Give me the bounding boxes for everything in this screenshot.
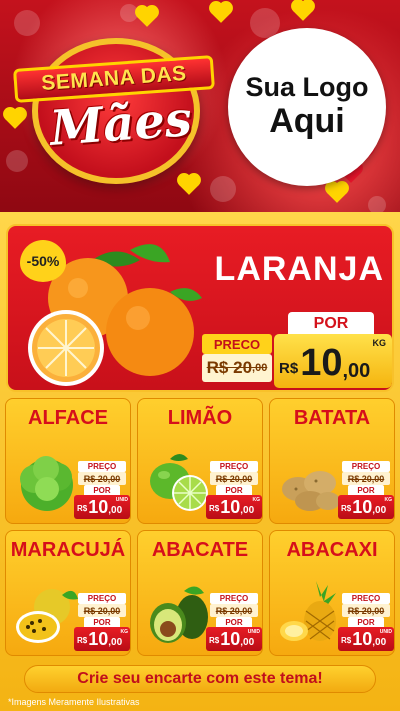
new-price-dec: ,00 — [108, 505, 123, 516]
preco-label: PREÇO — [210, 593, 258, 604]
preco-label: PREÇO — [342, 461, 390, 472]
badge-title-top: SEMANA DAS — [40, 61, 188, 96]
product-card-alface[interactable]: ALFACE PREÇO R$ 20,00 POR R$ 10 ,00 UNID — [5, 398, 131, 524]
lettuce-image — [20, 456, 73, 511]
price-unit: UNID — [379, 629, 392, 635]
header-banner: SEMANA DAS Mães Sua Logo Aqui — [0, 0, 400, 212]
heart-icon — [137, 7, 157, 27]
new-price-int: 10 — [88, 497, 109, 517]
new-price: R$ 10 ,00 UNID — [338, 627, 394, 651]
new-price-dec: ,00 — [342, 360, 371, 382]
featured-price-tag: POR PRECO R$ 20,00 R$ 10 ,00 KG — [200, 312, 392, 388]
logo-line-2: Aqui — [269, 102, 345, 141]
new-price-int: 10 — [88, 629, 109, 649]
new-price: R$ 10 ,00 KG — [206, 495, 262, 519]
discount-badge: -50% — [20, 240, 66, 282]
logo-line-1: Sua Logo — [245, 72, 369, 103]
new-price: R$ 10 ,00 UNID — [74, 495, 130, 519]
new-price: R$ 10 ,00 KG — [274, 334, 392, 388]
old-price-int: R$ 20 — [206, 358, 253, 377]
currency-symbol: R$ — [341, 636, 352, 645]
price-tag: PREÇO R$ 20,00 POR R$ 10 ,00 UNID — [206, 593, 262, 653]
currency-symbol: R$ — [341, 504, 352, 513]
bokeh-light — [14, 10, 40, 36]
old-price: R$ 20,00 — [342, 472, 390, 485]
new-price-int: 10 — [220, 497, 241, 517]
preco-label: PRECO — [202, 334, 272, 354]
product-card-abacate[interactable]: ABACATE PREÇO R$ 20,00 POR R$ 10 ,00 UNI… — [137, 530, 263, 656]
product-card-batata[interactable]: BATATA PREÇO R$ 20,00 POR R$ 10 ,00 KG — [269, 398, 395, 524]
price-tag: PREÇO R$ 20,00 POR R$ 10 ,00 KG — [206, 461, 262, 521]
product-card-abacaxi[interactable]: ABACAXI PREÇO R$ 20,00 POR R$ 10 ,00 UNI… — [269, 530, 395, 656]
new-price: R$ 10 ,00 KG — [74, 627, 130, 651]
price-unit: KG — [120, 629, 129, 635]
old-price: R$ 20,00 — [202, 354, 272, 382]
new-price-dec: ,00 — [240, 637, 255, 648]
new-price-int: 10 — [352, 497, 373, 517]
old-price: R$ 20,00 — [78, 472, 126, 485]
heart-icon — [327, 183, 347, 203]
featured-product-card[interactable]: -50% LARANJA POR PRECO R$ 20,00 R$ 10 ,0… — [6, 224, 394, 392]
old-price: R$ 20,00 — [210, 604, 258, 617]
price-tag: PREÇO R$ 20,00 POR R$ 10 ,00 KG — [74, 593, 130, 653]
new-price-dec: ,00 — [372, 637, 387, 648]
por-label: POR — [288, 312, 374, 336]
new-price-int: 10 — [300, 342, 343, 384]
price-tag: PREÇO R$ 20,00 POR R$ 10 ,00 UNID — [338, 593, 394, 653]
preco-label: PREÇO — [78, 593, 126, 604]
old-price: R$ 20,00 — [342, 604, 390, 617]
bokeh-light — [6, 150, 28, 172]
potato-image — [282, 471, 340, 511]
preco-label: PREÇO — [342, 593, 390, 604]
product-card-limao[interactable]: LIMÃO PREÇO R$ 20,00 POR R$ 10 ,00 KG — [137, 398, 263, 524]
heart-icon — [5, 109, 25, 129]
pineapple-image — [280, 581, 336, 641]
preco-label: PREÇO — [210, 461, 258, 472]
flyer-page: SEMANA DAS Mães Sua Logo Aqui -50% LARAN… — [0, 0, 400, 711]
new-price-int: 10 — [220, 629, 241, 649]
product-name: ABACATE — [151, 539, 249, 561]
currency-symbol: R$ — [209, 636, 220, 645]
new-price-dec: ,00 — [372, 505, 387, 516]
featured-product-name: LARANJA — [214, 250, 384, 288]
currency-symbol: R$ — [209, 504, 220, 513]
product-name: ABACAXI — [286, 539, 378, 561]
price-unit: KG — [384, 497, 393, 503]
disclaimer-text: *Imagens Meramente Ilustrativas — [8, 697, 140, 707]
price-unit: KG — [252, 497, 261, 503]
logo-placeholder[interactable]: Sua Logo Aqui — [228, 28, 386, 186]
product-name: MARACUJÁ — [10, 539, 126, 561]
price-unit: KG — [372, 338, 387, 348]
product-name: BATATA — [293, 407, 371, 429]
currency-symbol: R$ — [77, 504, 88, 513]
passion-fruit-image — [16, 589, 78, 643]
price-tag: PREÇO R$ 20,00 POR R$ 10 ,00 KG — [338, 461, 394, 521]
old-price-dec: ,00 — [252, 362, 268, 374]
new-price-dec: ,00 — [108, 637, 123, 648]
avocado-image — [150, 586, 208, 643]
new-price-dec: ,00 — [240, 505, 255, 516]
heart-icon — [293, 1, 313, 21]
heart-icon — [211, 3, 231, 23]
heart-icon — [179, 175, 199, 195]
product-card-maracuja[interactable]: MARACUJÁ PREÇO R$ 20,00 POR R$ 10 ,00 KG — [5, 530, 131, 656]
currency-symbol: R$ — [279, 360, 299, 377]
new-price: R$ 10 ,00 KG — [338, 495, 394, 519]
currency-symbol: R$ — [77, 636, 88, 645]
new-price-int: 10 — [352, 629, 373, 649]
bokeh-light — [368, 196, 386, 212]
lime-image — [150, 454, 208, 511]
product-name: ALFACE — [28, 407, 108, 429]
preco-label: PREÇO — [78, 461, 126, 472]
badge-title-bottom: Mães — [48, 91, 194, 157]
old-price: R$ 20,00 — [78, 604, 126, 617]
new-price: R$ 10 ,00 UNID — [206, 627, 262, 651]
price-unit: UNID — [115, 497, 128, 503]
create-flyer-button[interactable]: Crie seu encarte com este tema! — [24, 665, 376, 693]
old-price: R$ 20,00 — [210, 472, 258, 485]
bokeh-light — [210, 176, 236, 202]
price-tag: PREÇO R$ 20,00 POR R$ 10 ,00 UNID — [74, 461, 130, 521]
product-name: LIMÃO — [167, 407, 233, 429]
price-unit: UNID — [247, 629, 260, 635]
